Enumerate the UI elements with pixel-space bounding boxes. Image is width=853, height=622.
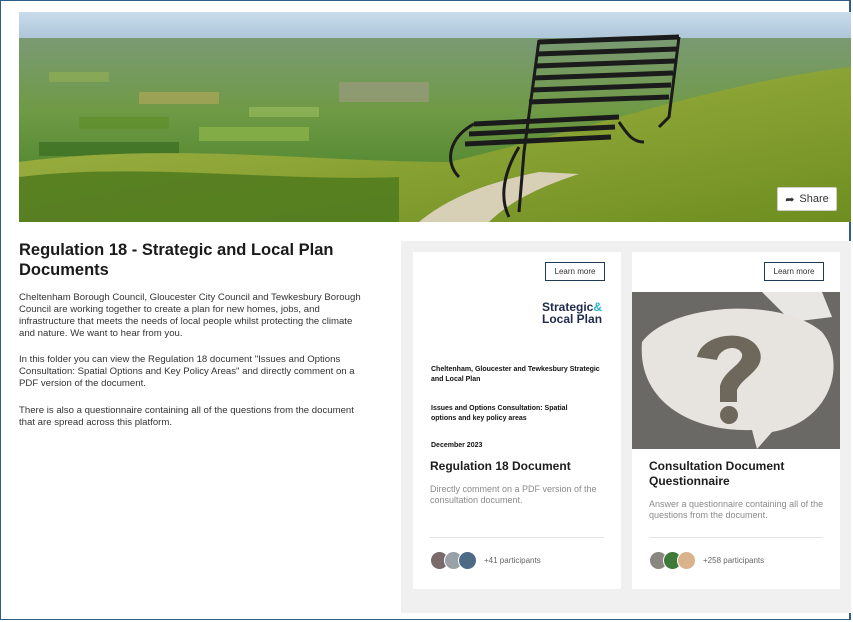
share-label: Share [799, 193, 829, 205]
participants-count: +258 participants [703, 555, 765, 565]
card-divider [430, 537, 604, 538]
intro-paragraph: Cheltenham Borough Council, Gloucester C… [19, 292, 361, 339]
card-description: Directly comment on a PDF version of the… [430, 484, 597, 505]
learn-more-button[interactable]: Learn more [764, 262, 824, 281]
card-divider [649, 537, 823, 538]
card-title[interactable]: Consultation Document Questionnaire [649, 459, 829, 489]
doc-date: December 2023 [431, 442, 483, 449]
folder-paragraph: In this folder you can view the Regulati… [19, 354, 355, 389]
share-arrow-icon: ➦ [785, 193, 795, 206]
hero-image [19, 12, 851, 222]
doc-title: Cheltenham, Gloucester and Tewkesbury St… [431, 366, 600, 383]
strategic-local-plan-logo: Strategic& Local Plan [542, 301, 612, 325]
participants-row: +41 participants [430, 550, 541, 570]
avatar [458, 550, 477, 570]
avatar [677, 550, 696, 570]
card-title[interactable]: Regulation 18 Document [430, 459, 610, 474]
logo-line2: Local Plan [542, 312, 603, 326]
questionnaire-paragraph: There is also a questionnaire containing… [19, 405, 354, 428]
card-regulation-18-document[interactable]: Learn more Strategic& Local Plan Chelten… [413, 252, 621, 589]
participants-count: +41 participants [484, 555, 541, 565]
share-button[interactable]: ➦ Share [777, 187, 837, 211]
page-title: Regulation 18 - Strategic and Local Plan… [19, 241, 334, 279]
question-mark-image [632, 292, 840, 449]
card-description: Answer a questionnaire containing all of… [649, 499, 824, 520]
participants-row: +258 participants [649, 550, 764, 570]
doc-subtitle: Issues and Options Consultation: Spatial… [431, 405, 568, 422]
card-consultation-questionnaire[interactable]: Learn more Consultation Document Questio… [632, 252, 840, 589]
learn-more-button[interactable]: Learn more [545, 262, 605, 281]
